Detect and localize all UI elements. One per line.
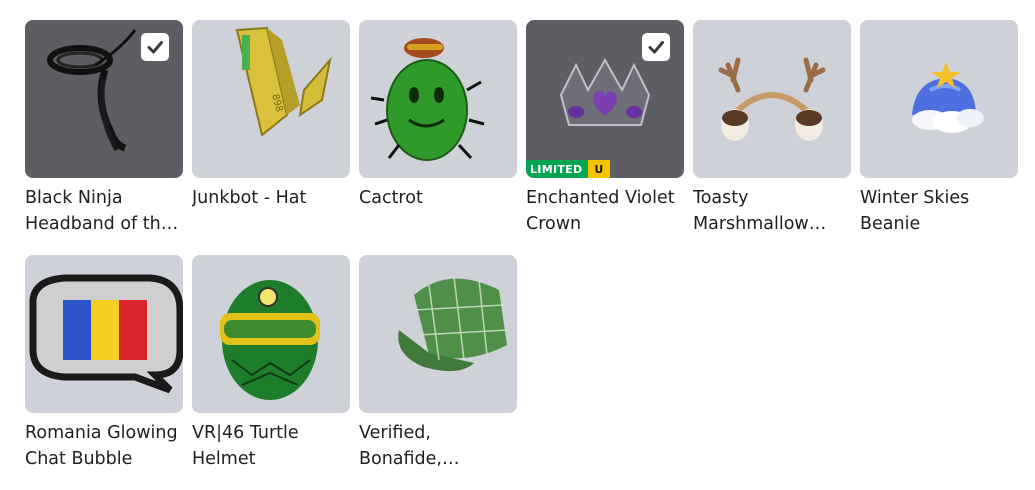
turtle-helmet-image — [220, 280, 320, 400]
item-thumbnail[interactable] — [25, 20, 183, 178]
winter-beanie-image — [912, 62, 984, 133]
selected-check-icon[interactable] — [141, 33, 169, 61]
item-name[interactable]: Romania Glowing Chat Bubble — [25, 420, 185, 472]
item-card[interactable]: Winter Skies Beanie — [860, 20, 1018, 255]
item-name[interactable]: Junkbot - Hat — [192, 185, 352, 211]
selected-check-icon[interactable] — [642, 33, 670, 61]
item-card[interactable]: Romania Glowing Chat Bubble — [25, 255, 183, 490]
plaid-cap-image — [398, 276, 508, 372]
limited-badge: LIMITED U — [526, 160, 610, 178]
romania-chat-bubble-image — [29, 274, 183, 394]
item-name[interactable]: Verified, Bonafide, Plaidafied — [359, 420, 519, 472]
item-thumbnail[interactable] — [359, 255, 517, 413]
item-thumbnail[interactable] — [192, 255, 350, 413]
item-thumbnail[interactable] — [359, 20, 517, 178]
item-card[interactable]: Toasty Marshmallow Earmuffs — [693, 20, 851, 255]
item-card[interactable]: VR|46 Turtle Helmet — [192, 255, 350, 490]
item-name[interactable]: Toasty Marshmallow Earmuffs — [693, 185, 853, 237]
item-name[interactable]: Enchanted Violet Crown — [526, 185, 686, 237]
item-card[interactable]: Cactrot — [359, 20, 517, 255]
junkbot-hat-image: 898 — [235, 26, 332, 137]
item-thumbnail[interactable]: 898 — [192, 20, 350, 178]
item-card[interactable]: Black Ninja Headband of the Ancients — [25, 20, 183, 255]
item-card[interactable]: Verified, Bonafide, Plaidafied — [359, 255, 517, 490]
item-name[interactable]: Black Ninja Headband of the Ancients — [25, 185, 185, 237]
item-card[interactable]: 898 Junkbot - Hat — [192, 20, 350, 255]
marshmallow-earmuffs-image — [718, 57, 826, 141]
inventory-grid: Black Ninja Headband of the Ancients 898… — [25, 20, 1018, 490]
item-name[interactable]: Cactrot — [359, 185, 519, 211]
item-name[interactable]: Winter Skies Beanie — [860, 185, 1020, 237]
cactrot-image — [370, 38, 485, 161]
item-thumbnail[interactable] — [860, 20, 1018, 178]
item-thumbnail[interactable]: LIMITED U — [526, 20, 684, 178]
item-thumbnail[interactable] — [693, 20, 851, 178]
limited-unique-label: U — [588, 160, 610, 178]
item-name[interactable]: VR|46 Turtle Helmet — [192, 420, 352, 472]
item-thumbnail[interactable] — [25, 255, 183, 413]
limited-label: LIMITED — [526, 160, 589, 178]
item-card[interactable]: LIMITED U Enchanted Violet Crown — [526, 20, 684, 255]
